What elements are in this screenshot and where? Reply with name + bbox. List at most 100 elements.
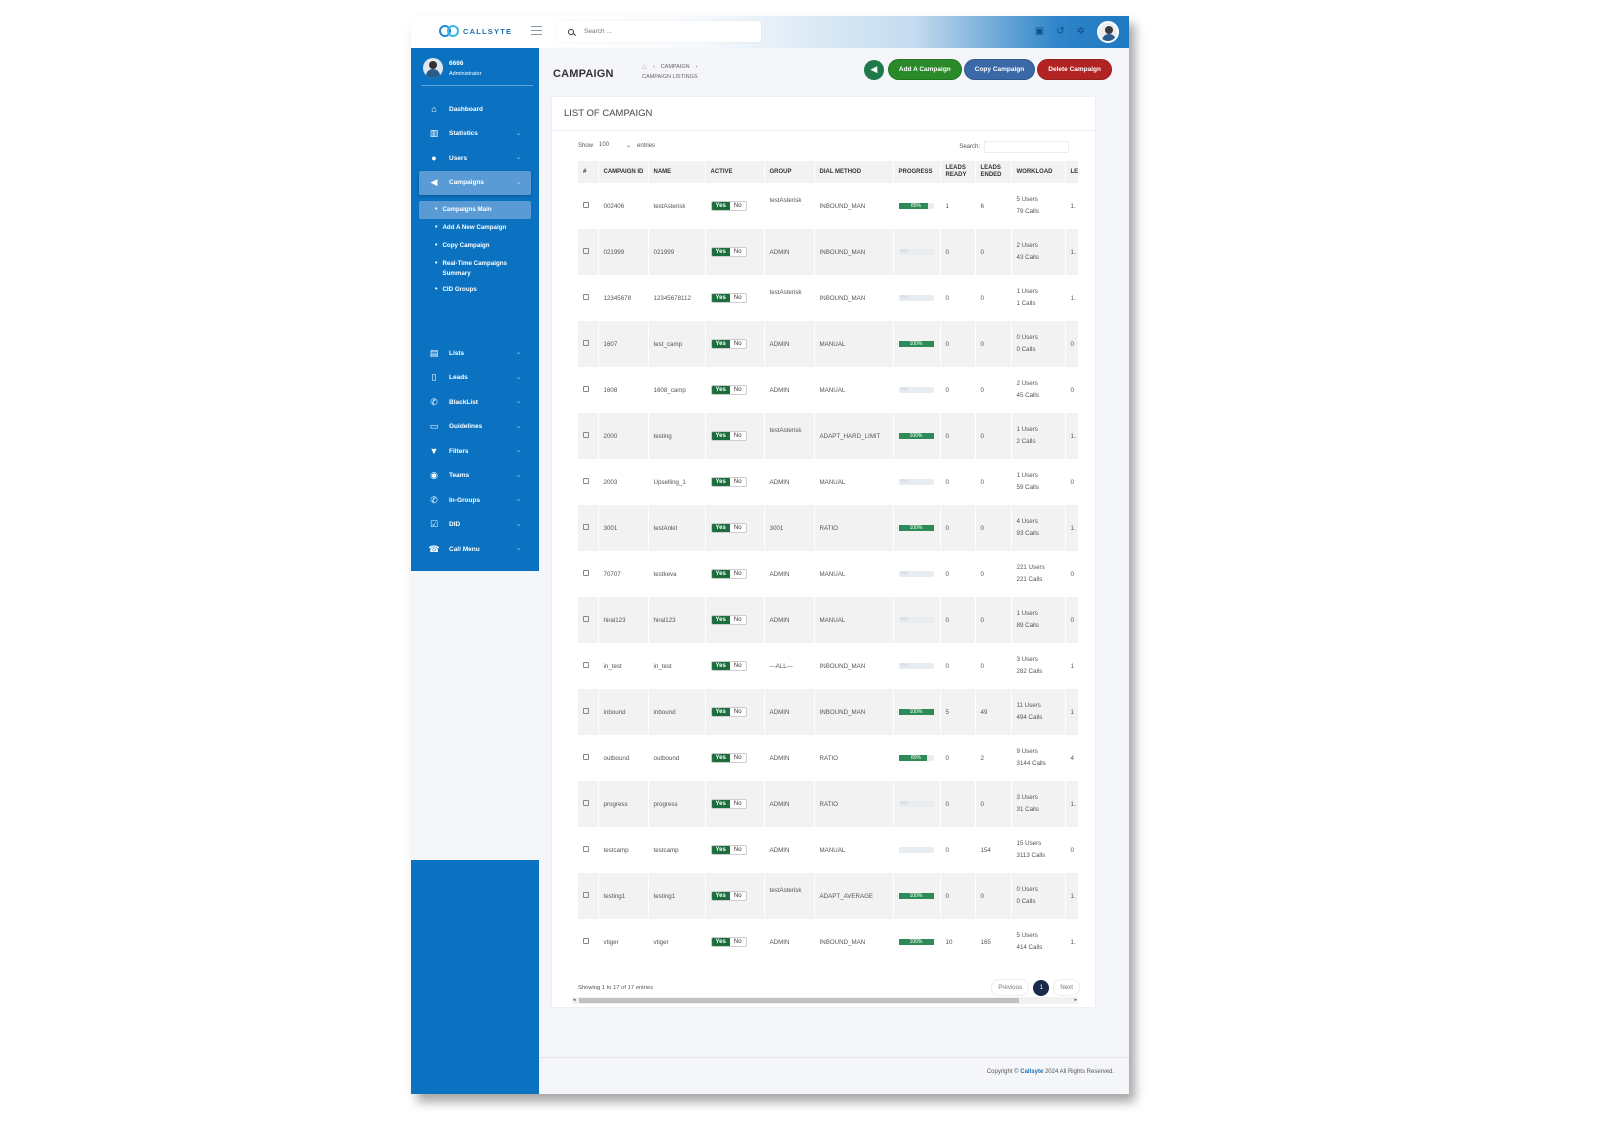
campaign-id[interactable]: hiral123 [598, 597, 649, 643]
row-checkbox[interactable] [583, 340, 589, 346]
active-toggle[interactable]: Yes No [710, 753, 747, 763]
sidebar-item-lists[interactable]: ▤ Lists ⌄ [419, 341, 531, 366]
toggle-no[interactable]: No [729, 294, 746, 302]
table-row[interactable]: 12345678 12345678112 Yes No testAsterisk INBO… [578, 275, 1078, 321]
campaign-id[interactable]: 1608 [598, 367, 649, 413]
row-checkbox[interactable] [583, 754, 589, 760]
table-row[interactable]: 021999 021999 Yes No ADMIN INBOUND_MAN 0% 0 0 2 U… [578, 229, 1078, 275]
row-checkbox[interactable] [583, 846, 589, 852]
campaign-id[interactable]: 2003 [598, 459, 649, 505]
campaign-id[interactable]: 12345678 [598, 275, 649, 321]
campaign-id[interactable]: testcamp [598, 827, 649, 873]
table-row[interactable]: 1608 1608_camp Yes No ADMIN MANUAL 0% 0 0 2 Users… [578, 367, 1078, 413]
campaign-id[interactable]: 1607 [598, 321, 649, 367]
table-row[interactable]: inbound inbound Yes No ADMIN INBOUND_MAN 100% 5… [578, 689, 1078, 735]
active-toggle[interactable]: Yes No [710, 523, 747, 533]
toggle-no[interactable]: No [729, 570, 746, 578]
submenu-item-cid-groups[interactable]: CID Groups [419, 281, 531, 299]
id-card-icon[interactable]: ▣ [1035, 22, 1044, 42]
megaphone-icon[interactable]: ◀ [863, 59, 884, 80]
campaign-id[interactable]: 2000 [598, 413, 649, 459]
submenu-item-real-time-campaigns-summary[interactable]: Real-Time Campaigns Summary [419, 255, 531, 281]
table-search-input[interactable] [984, 141, 1069, 153]
table-row[interactable]: 2003 Upselling_1 Yes No ADMIN MANUAL 0% 0 0 1 Use… [578, 459, 1078, 505]
delete-campaign-button[interactable]: Delete Campaign [1037, 59, 1112, 80]
toggle-yes[interactable]: Yes [711, 248, 730, 256]
row-checkbox[interactable] [583, 294, 589, 300]
toggle-no[interactable]: No [729, 662, 746, 670]
entries-select[interactable]: 100 ⌄ [599, 142, 631, 149]
toggle-no[interactable]: No [729, 340, 746, 348]
toggle-yes[interactable]: Yes [711, 202, 730, 210]
toggle-yes[interactable]: Yes [711, 570, 730, 578]
toggle-yes[interactable]: Yes [711, 846, 730, 854]
row-checkbox[interactable] [583, 616, 589, 622]
table-row[interactable]: vtiger vtiger Yes No ADMIN INBOUND_MAN 100% 10 1… [578, 919, 1078, 965]
row-checkbox[interactable] [583, 432, 589, 438]
row-checkbox[interactable] [583, 202, 589, 208]
active-toggle[interactable]: Yes No [710, 707, 747, 717]
toggle-yes[interactable]: Yes [711, 616, 730, 624]
active-toggle[interactable]: Yes No [710, 799, 747, 809]
toggle-yes[interactable]: Yes [711, 662, 730, 670]
toggle-yes[interactable]: Yes [711, 892, 730, 900]
campaign-id[interactable]: in_test [598, 643, 649, 689]
search-input[interactable] [584, 28, 734, 35]
toggle-yes[interactable]: Yes [711, 294, 730, 302]
row-checkbox[interactable] [583, 248, 589, 254]
active-toggle[interactable]: Yes No [710, 385, 747, 395]
toggle-yes[interactable]: Yes [711, 478, 730, 486]
row-checkbox[interactable] [583, 662, 589, 668]
row-checkbox[interactable] [583, 800, 589, 806]
column-header[interactable]: CAMPAIGN ID [598, 161, 649, 183]
home-icon[interactable]: ⌂ [642, 62, 647, 71]
campaign-id[interactable]: progress [598, 781, 649, 827]
campaign-id[interactable]: inbound [598, 689, 649, 735]
active-toggle[interactable]: Yes No [710, 661, 747, 671]
sidebar-item-filters[interactable]: ▼ Filters ⌄ [419, 439, 531, 464]
campaign-id[interactable]: testing1 [598, 873, 649, 919]
top-avatar[interactable] [1097, 21, 1119, 43]
hamburger-menu-icon[interactable] [531, 26, 542, 35]
table-row[interactable]: 3001 testAnkit Yes No 3001 RATIO 100% 0 0 4 Users… [578, 505, 1078, 551]
breadcrumb-campaign[interactable]: CAMPAIGN [661, 64, 690, 70]
column-header[interactable]: LE [1065, 161, 1078, 183]
active-toggle[interactable]: Yes No [710, 891, 747, 901]
toggle-yes[interactable]: Yes [711, 708, 730, 716]
toggle-no[interactable]: No [729, 846, 746, 854]
sidebar-item-blacklist[interactable]: ✆ BlackList ⌄ [419, 390, 531, 415]
sidebar-item-in-groups[interactable]: ✆ In-Groups ⌄ [419, 488, 531, 513]
table-row[interactable]: outbound outbound Yes No ADMIN RATIO 80% 0 2 9 Us… [578, 735, 1078, 781]
column-header[interactable]: LEADS READY [940, 161, 976, 183]
toggle-no[interactable]: No [729, 524, 746, 532]
submenu-item-copy-campaign[interactable]: Copy Campaign [419, 237, 531, 255]
toggle-no[interactable]: No [729, 202, 746, 210]
row-checkbox[interactable] [583, 708, 589, 714]
toggle-yes[interactable]: Yes [711, 432, 730, 440]
toggle-yes[interactable]: Yes [711, 340, 730, 348]
campaign-id[interactable]: vtiger [598, 919, 649, 965]
sidebar-item-statistics[interactable]: ▥ Statistics ⌄ [419, 122, 531, 147]
toggle-no[interactable]: No [729, 616, 746, 624]
active-toggle[interactable]: Yes No [710, 431, 747, 441]
column-header[interactable]: PROGRESS [893, 161, 941, 183]
campaign-id[interactable]: 021999 [598, 229, 649, 275]
scrollbar-thumb[interactable] [579, 998, 1019, 1003]
toggle-no[interactable]: No [729, 248, 746, 256]
campaign-id[interactable]: outbound [598, 735, 649, 781]
column-header[interactable]: # [578, 161, 599, 183]
brand-logo[interactable]: CALLSYTE [439, 25, 512, 37]
table-scroll-area[interactable]: # CAMPAIGN ID NAME ACTIVE GROUP DIAL METHOD PR… [578, 161, 1078, 983]
row-checkbox[interactable] [583, 570, 589, 576]
row-checkbox[interactable] [583, 478, 589, 484]
table-row[interactable]: in_test in_test Yes No ---ALL--- INBOUND_MAN 0… [578, 643, 1078, 689]
column-header[interactable]: NAME [648, 161, 706, 183]
sidebar-item-users[interactable]: ● Users ⌄ [419, 146, 531, 171]
scroll-right-icon[interactable]: ▸ [1074, 997, 1077, 1004]
toggle-no[interactable]: No [729, 386, 746, 394]
table-row[interactable]: 002406 testAsterisk Yes No testAsterisk INBOU… [578, 183, 1078, 229]
active-toggle[interactable]: Yes No [710, 293, 747, 303]
settings-icon[interactable]: ✲ [1077, 22, 1085, 42]
table-row[interactable]: 70707 testkeva Yes No ADMIN MANUAL 0% 0 0 221 Use… [578, 551, 1078, 597]
active-toggle[interactable]: Yes No [710, 247, 747, 257]
